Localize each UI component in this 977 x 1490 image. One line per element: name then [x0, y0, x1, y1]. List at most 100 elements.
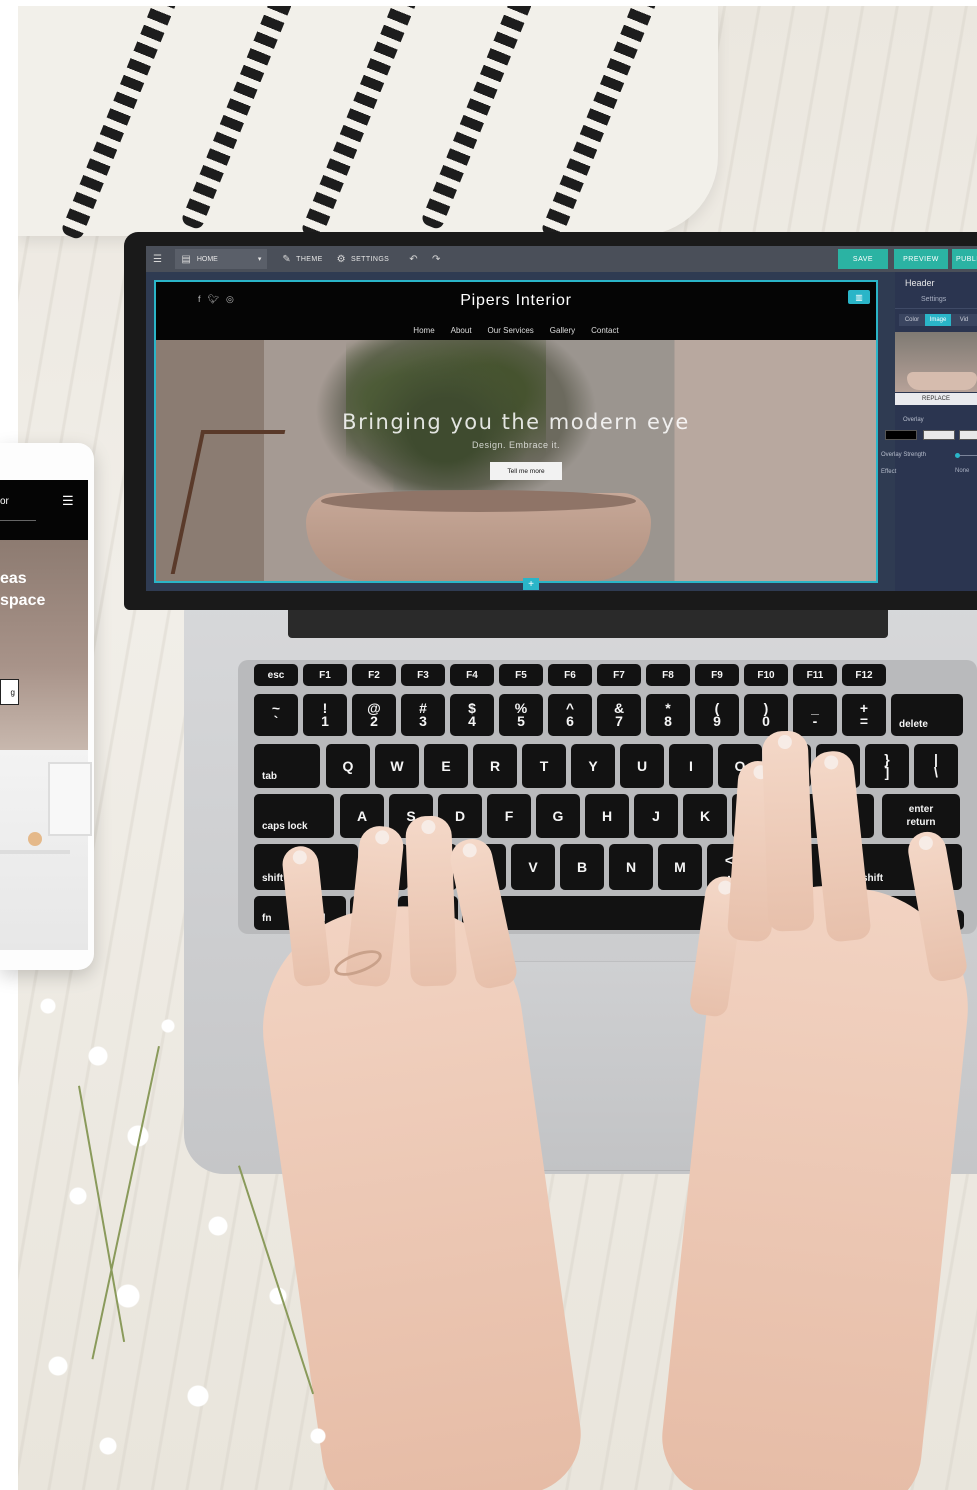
nail: [461, 842, 478, 859]
key-h[interactable]: H: [585, 794, 629, 838]
key-f[interactable]: F: [487, 794, 531, 838]
key-f3[interactable]: F3: [401, 664, 445, 686]
key-`[interactable]: ~ `: [254, 694, 298, 736]
site-nav: Home About Our Services Gallery Contact: [156, 326, 876, 335]
key-n[interactable]: N: [609, 844, 653, 890]
section-settings-button[interactable]: ▥: [848, 290, 870, 304]
key-w[interactable]: W: [375, 744, 419, 788]
pillow-stripe: [60, 6, 178, 241]
key-caps-lock[interactable]: caps lock: [254, 794, 334, 838]
effect-select[interactable]: None: [955, 468, 969, 474]
overlay-swatch-light-2[interactable]: [959, 430, 977, 440]
key-f1[interactable]: F1: [303, 664, 347, 686]
nail: [374, 829, 390, 846]
decorative-pillow: [18, 6, 718, 241]
key-f2[interactable]: F2: [352, 664, 396, 686]
phone-site-header: or ☰: [0, 480, 88, 540]
key-r[interactable]: R: [473, 744, 517, 788]
overlay-strength-slider-track[interactable]: [957, 455, 977, 456]
key-esc[interactable]: esc: [254, 664, 298, 686]
key-6[interactable]: ^ 6: [548, 694, 592, 736]
key-bracket-1[interactable]: }]: [865, 744, 909, 788]
key-4[interactable]: $4: [450, 694, 494, 736]
key-f10[interactable]: F10: [744, 664, 788, 686]
background-image-thumbnail: [895, 332, 977, 392]
key--[interactable]: _ -: [793, 694, 837, 736]
key-1[interactable]: ! 1: [303, 694, 347, 736]
menu-button[interactable]: ☰: [146, 246, 169, 272]
panel-title: Header: [905, 278, 935, 288]
key-q[interactable]: Q: [326, 744, 370, 788]
key-8[interactable]: * 8: [646, 694, 690, 736]
key-m[interactable]: M: [658, 844, 702, 890]
key-9[interactable]: (9: [695, 694, 739, 736]
key-tab[interactable]: tab: [254, 744, 320, 788]
overlay-swatch-light[interactable]: [923, 430, 955, 440]
key-v[interactable]: V: [511, 844, 555, 890]
hamburger-menu-icon[interactable]: ☰: [62, 493, 74, 509]
replace-button[interactable]: REPLACE: [895, 393, 977, 405]
key-bracket-2[interactable]: | \: [914, 744, 958, 788]
settings-button[interactable]: ⚙ SETTINGS: [330, 246, 397, 272]
key-f4[interactable]: F4: [450, 664, 494, 686]
segment-image[interactable]: Image: [925, 314, 951, 326]
key-j[interactable]: J: [634, 794, 678, 838]
key-i[interactable]: I: [669, 744, 713, 788]
key-y[interactable]: Y: [571, 744, 615, 788]
key-3[interactable]: #3: [401, 694, 445, 736]
page-select-value: HOME: [196, 255, 218, 263]
add-section-button[interactable]: +: [523, 578, 539, 590]
redo-button[interactable]: ↷: [425, 246, 448, 272]
key-f6[interactable]: F6: [548, 664, 592, 686]
preview-button[interactable]: PREVIEW: [894, 249, 948, 269]
tab-settings[interactable]: Settings: [921, 296, 946, 303]
key-e[interactable]: E: [424, 744, 468, 788]
save-button[interactable]: SAVE: [838, 249, 888, 269]
key-f9[interactable]: F9: [695, 664, 739, 686]
key-f12[interactable]: F12: [842, 664, 886, 686]
publish-button[interactable]: PUBLISH: [952, 249, 977, 269]
key-return[interactable]: enter return: [882, 794, 960, 838]
overlay-swatch-black[interactable]: [885, 430, 917, 440]
phone-hero-button[interactable]: g: [0, 679, 19, 705]
key-2[interactable]: @2: [352, 694, 396, 736]
key-f8[interactable]: F8: [646, 664, 690, 686]
hero-subtitle: Design. Embrace it.: [471, 440, 561, 450]
site-header[interactable]: f 🐦︎ ◎ Pipers Interior Home About Our Se…: [156, 282, 876, 340]
key-f7[interactable]: F7: [597, 664, 641, 686]
page-select[interactable]: ▤ HOME ▾: [175, 249, 268, 269]
pillow-stripe: [300, 6, 418, 241]
key-5[interactable]: % 5: [499, 694, 543, 736]
key-delete[interactable]: delete: [891, 694, 963, 736]
tell-me-more-button[interactable]: Tell me more: [490, 462, 562, 480]
undo-button[interactable]: ↶: [402, 246, 425, 272]
theme-label: THEME: [296, 255, 323, 263]
segment-video[interactable]: Vid: [951, 314, 977, 326]
laptop-screen: ☰ ▤ HOME ▾ ✎ THEME ⚙ SETTINGS ↶ ↷ SAVE P…: [146, 246, 977, 591]
key-f11[interactable]: F11: [793, 664, 837, 686]
nav-item-home[interactable]: Home: [413, 326, 434, 335]
nail: [421, 819, 436, 835]
hero-bathtub-inner: [321, 490, 636, 512]
nav-item-contact[interactable]: Contact: [591, 326, 619, 335]
nav-item-about[interactable]: About: [451, 326, 472, 335]
segment-color[interactable]: Color: [899, 314, 925, 326]
key-u[interactable]: U: [620, 744, 664, 788]
overlay-strength-slider-handle[interactable]: [955, 453, 960, 458]
key-g[interactable]: G: [536, 794, 580, 838]
nail: [777, 734, 793, 750]
key-0[interactable]: ) 0: [744, 694, 788, 736]
key-=[interactable]: + =: [842, 694, 886, 736]
phone-vase: [28, 832, 42, 846]
site-title: Pipers Interior: [460, 292, 572, 309]
key-t[interactable]: T: [522, 744, 566, 788]
key-7[interactable]: & 7: [597, 694, 641, 736]
nav-item-services[interactable]: Our Services: [488, 326, 534, 335]
nav-item-gallery[interactable]: Gallery: [550, 326, 575, 335]
key-k[interactable]: K: [683, 794, 727, 838]
nail: [917, 834, 934, 852]
key-b[interactable]: B: [560, 844, 604, 890]
key-f5[interactable]: F5: [499, 664, 543, 686]
theme-button[interactable]: ✎ THEME: [275, 246, 329, 272]
sliders-icon: ▥: [855, 292, 863, 302]
